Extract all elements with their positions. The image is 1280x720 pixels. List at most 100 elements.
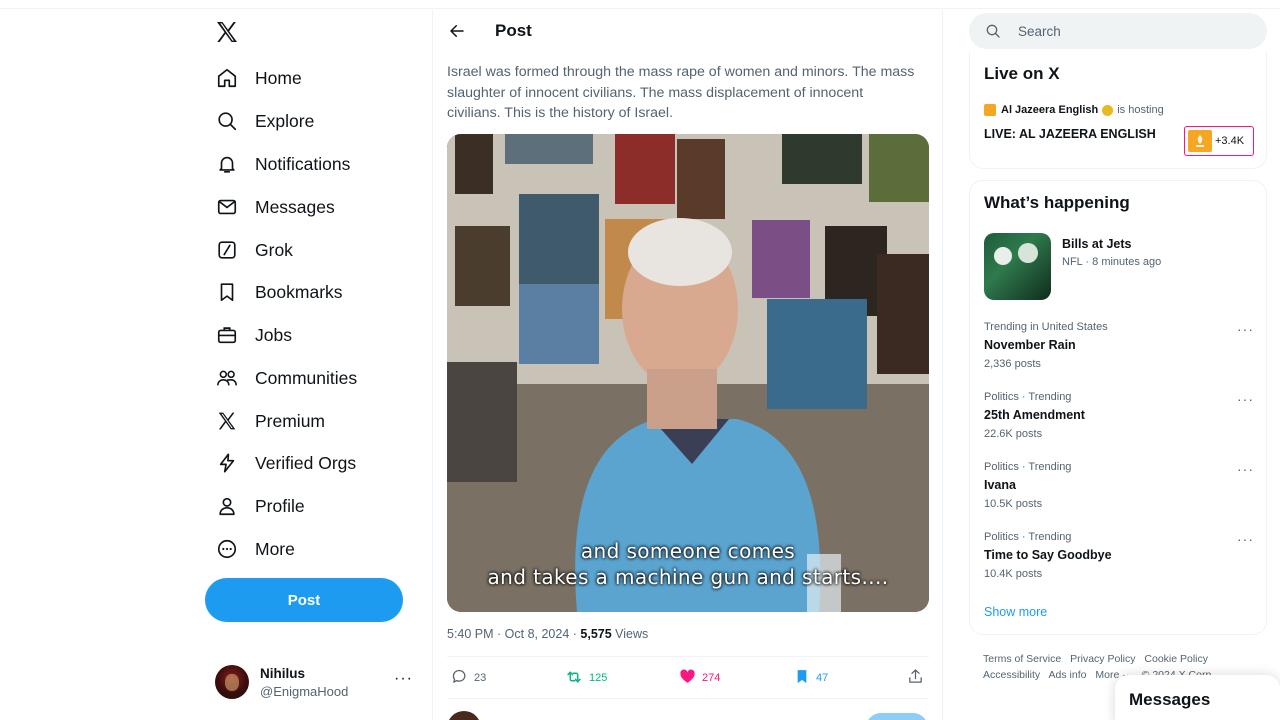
nav-item-more[interactable]: More [205, 529, 295, 569]
people-icon [216, 367, 238, 389]
nav-label: Verified Orgs [255, 452, 357, 473]
trend-context: Politics · Trending [984, 531, 1072, 543]
nav-item-bookmarks[interactable]: Bookmarks [205, 272, 343, 312]
bell-icon [216, 153, 238, 175]
account-name: Nihilus [260, 665, 306, 681]
post-timestamp: 5:40 PM · Oct 8, 2024 · [447, 627, 581, 641]
trend-name: Ivana [984, 478, 1016, 492]
trend-item[interactable]: Politics · Trending Ivana 10.5K posts ··… [984, 461, 1254, 517]
nav-item-explore[interactable]: Explore [205, 101, 314, 141]
footer-link[interactable]: Ads info [1049, 669, 1087, 681]
more-circle-icon [216, 538, 238, 560]
post-button[interactable]: Post [205, 578, 403, 622]
nav-item-communities[interactable]: Communities [205, 358, 357, 398]
more-dots-icon[interactable]: ··· [1237, 321, 1254, 337]
reply-button[interactable]: 23 [451, 666, 486, 690]
nav-label: Home [255, 67, 302, 88]
trend-item[interactable]: Politics · Trending 25th Amendment 22.6K… [984, 391, 1254, 447]
footer-link[interactable]: Privacy Policy [1070, 653, 1135, 665]
nav-label: Grok [255, 239, 293, 260]
account-handle: @EnigmaHood [260, 683, 349, 699]
avatar [215, 665, 249, 699]
trend-name: Time to Say Goodbye [984, 548, 1112, 562]
event-thumbnail [984, 233, 1051, 300]
nav-item-profile[interactable]: Profile [205, 486, 305, 526]
repost-icon [565, 668, 583, 689]
footer-link[interactable]: Cookie Policy [1144, 653, 1208, 665]
lightning-icon [216, 452, 238, 474]
al-jazeera-logo-icon [1188, 130, 1212, 152]
nav-label: Profile [255, 495, 305, 516]
nav-item-premium[interactable]: Premium [205, 401, 325, 441]
like-button[interactable]: 274 [679, 666, 720, 690]
home-icon [216, 67, 238, 89]
bookmark-button[interactable]: 47 [794, 666, 828, 690]
like-count: 274 [702, 672, 721, 684]
trend-count: 10.4K posts [984, 568, 1043, 580]
live-title[interactable]: LIVE: AL JAZEERA ENGLISH [984, 127, 1156, 141]
live-heading: Live on X [984, 64, 1060, 83]
share-button[interactable] [907, 666, 924, 690]
share-icon [907, 668, 924, 688]
trend-context: Politics · Trending [984, 391, 1072, 403]
search-icon [985, 23, 1001, 39]
x-logo-icon [216, 410, 238, 432]
trend-count: 10.5K posts [984, 498, 1043, 510]
reply-submit-button[interactable] [866, 713, 928, 720]
more-dots-icon[interactable]: ··· [1237, 391, 1254, 407]
search-input[interactable] [1018, 23, 1238, 39]
happening-heading: What’s happening [984, 193, 1130, 212]
host-suffix: is hosting [1117, 104, 1164, 116]
divider [447, 698, 929, 699]
video-caption: and someone comes and takes a machine gu… [487, 539, 889, 589]
live-host[interactable]: Al Jazeera English is hosting [984, 104, 1164, 116]
repost-button[interactable]: 125 [565, 666, 607, 690]
back-arrow-icon[interactable] [447, 21, 467, 41]
event-subtitle: NFL · 8 minutes ago [1062, 256, 1162, 268]
bookmark-count: 47 [816, 672, 829, 684]
messages-drawer[interactable]: Messages [1115, 675, 1280, 720]
trend-item[interactable]: Trending in United States November Rain … [984, 321, 1254, 377]
show-more-link[interactable]: Show more [984, 605, 1047, 619]
whats-happening-card: What’s happening Bills at Jets NFL · 8 m… [969, 180, 1267, 635]
search-box[interactable] [969, 13, 1267, 49]
grok-icon [216, 239, 238, 261]
nav-item-verified-orgs[interactable]: Verified Orgs [205, 443, 356, 483]
views-count: 5,575 [580, 627, 612, 641]
trend-item[interactable]: Politics · Trending Time to Say Goodbye … [984, 531, 1254, 587]
live-listeners-badge[interactable]: +3.4K [1184, 126, 1254, 156]
featured-event[interactable]: Bills at Jets NFL · 8 minutes ago [984, 233, 1254, 301]
x-logo-icon[interactable] [215, 20, 241, 46]
more-dots-icon[interactable]: ··· [1237, 461, 1254, 477]
trend-count: 22.6K posts [984, 428, 1043, 440]
avatar [447, 711, 481, 720]
nav-item-home[interactable]: Home [205, 58, 302, 98]
nav-label: Messages [255, 196, 335, 217]
reply-count: 23 [474, 672, 487, 684]
footer-link[interactable]: Terms of Service [983, 653, 1061, 665]
verified-badge-icon [1102, 104, 1114, 116]
event-title: Bills at Jets [1062, 237, 1132, 251]
more-dots-icon[interactable]: ··· [1237, 531, 1254, 547]
al-jazeera-logo-icon [984, 104, 996, 116]
nav-label: More [255, 538, 295, 559]
nav-item-grok[interactable]: Grok [205, 230, 293, 270]
reply-icon [451, 668, 468, 688]
footer-link[interactable]: Accessibility [983, 669, 1040, 681]
trend-name: November Rain [984, 338, 1076, 352]
account-switcher[interactable]: Nihilus @EnigmaHood ··· [205, 658, 425, 706]
nav-item-notifications[interactable]: Notifications [205, 144, 350, 184]
video-player[interactable]: and someone comes and takes a machine gu… [447, 134, 929, 612]
nav-label: Jobs [255, 324, 292, 345]
nav-item-jobs[interactable]: Jobs [205, 315, 292, 355]
live-on-x-card: Live on X Al Jazeera English is hosting … [969, 52, 1267, 169]
nav-item-messages[interactable]: Messages [205, 187, 335, 227]
divider [447, 656, 929, 657]
more-dots-icon[interactable]: ··· [394, 670, 413, 688]
post-column: Post Israel was formed through the mass … [432, 10, 943, 720]
sidebar-nav: Home Explore Notifications Messages Grok… [205, 10, 432, 720]
bookmark-icon [216, 281, 238, 303]
post-header: Post [433, 10, 942, 52]
repost-count: 125 [589, 672, 608, 684]
trend-context: Trending in United States [984, 321, 1108, 333]
